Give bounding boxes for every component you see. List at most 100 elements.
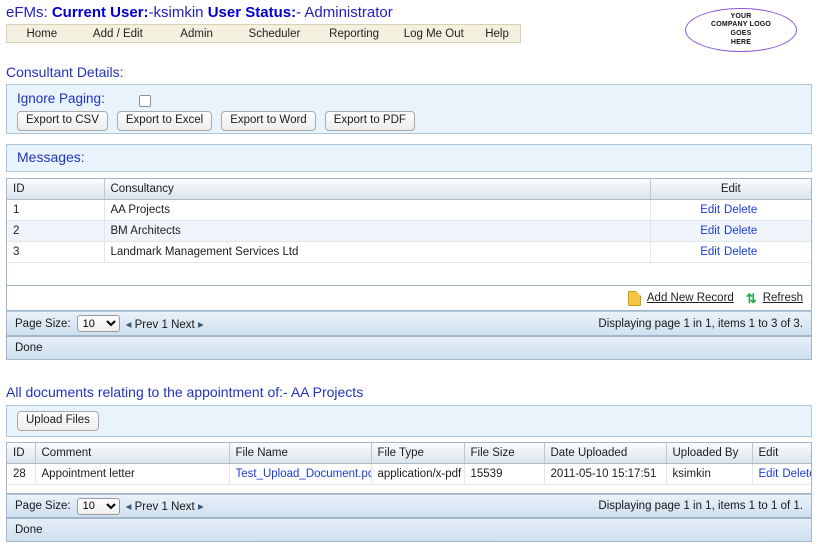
column-header-id[interactable]: ID <box>7 443 36 464</box>
status-text: Done <box>15 342 43 354</box>
cell-edit-actions: Edit Delete <box>650 241 811 263</box>
cell-consultancy: BM Architects <box>104 220 651 242</box>
nav-item-scheduler[interactable]: Scheduler <box>234 28 315 40</box>
cell-edit-actions: Edit Delete <box>650 220 811 242</box>
file-name-link[interactable]: Test_Upload_Document.pdf <box>236 468 371 480</box>
column-header-edit[interactable]: Edit <box>752 443 811 464</box>
nav-item-reporting[interactable]: Reporting <box>315 28 394 40</box>
logo-line-3: GOES <box>730 30 752 37</box>
cell-id: 2 <box>7 220 105 242</box>
page-size-select[interactable]: 102050100 <box>76 497 120 515</box>
edit-link[interactable]: Edit <box>700 246 720 258</box>
user-status-value: - Administrator <box>296 4 393 21</box>
next-page-link[interactable]: Next <box>171 501 195 513</box>
nav-item-add-edit[interactable]: Add / Edit <box>77 28 159 40</box>
logo-line-1: YOUR <box>730 12 752 20</box>
nav-item-log-me-out[interactable]: Log Me Out <box>393 28 474 40</box>
upload-files-button[interactable]: Upload Files <box>17 411 99 431</box>
cell-id: 28 <box>7 463 36 485</box>
consultancy-table: ID Consultancy Edit 1 AA Projects Edit De… <box>7 179 811 263</box>
column-header-edit[interactable]: Edit <box>650 179 811 200</box>
page-icon <box>627 290 641 306</box>
delete-link[interactable]: Delete <box>724 204 757 216</box>
prev-page-link[interactable]: Prev <box>135 501 159 513</box>
cell-consultancy: AA Projects <box>104 199 651 221</box>
next-arrow-icon[interactable]: ▸ <box>198 501 204 513</box>
column-header-file-type[interactable]: File Type <box>371 443 465 464</box>
column-header-file-size[interactable]: File Size <box>464 443 545 464</box>
nav-item-admin[interactable]: Admin <box>159 28 234 40</box>
delete-link[interactable]: Delete <box>724 246 757 258</box>
column-header-consultancy[interactable]: Consultancy <box>104 179 651 200</box>
current-user-label: Current User: <box>51 4 149 21</box>
consultancy-status-bar: Done <box>6 336 812 360</box>
consultancy-grid-actions: Add New Record ⇅ Refresh <box>6 286 812 311</box>
export-to-word-button[interactable]: Export to Word <box>221 111 316 131</box>
delete-link[interactable]: Delete <box>724 225 757 237</box>
edit-link[interactable]: Edit <box>700 225 720 237</box>
cell-comment: Appointment letter <box>35 463 230 485</box>
export-to-excel-button[interactable]: Export to Excel <box>116 111 213 131</box>
nav-item-help[interactable]: Help <box>474 28 520 40</box>
table-row: 3 Landmark Management Services Ltd Edit D… <box>7 241 811 263</box>
documents-status-bar: Done <box>6 518 812 542</box>
page-size-label: Page Size: <box>15 500 71 512</box>
table-row: 1 AA Projects Edit Delete <box>7 199 811 221</box>
documents-section-title: All documents relating to the appointmen… <box>6 384 364 400</box>
nav-item-home[interactable]: Home <box>7 28 77 40</box>
consultancy-pager: Page Size: 102050100 ◂ Prev 1 Next ▸ Dis… <box>6 311 812 336</box>
table-row: 2 BM Architects Edit Delete <box>7 220 811 242</box>
current-user-value: -ksimkin <box>148 4 204 21</box>
cell-file-size: 15539 <box>464 463 545 485</box>
cell-uploaded-by: ksimkin <box>666 463 753 485</box>
edit-link[interactable]: Edit <box>759 468 779 480</box>
cell-file-name: Test_Upload_Document.pdf <box>229 463 372 485</box>
ignore-paging-label: Ignore Paging: <box>17 91 105 106</box>
main-navigation: Home Add / Edit Admin Scheduler Reportin… <box>6 24 521 43</box>
column-header-date-uploaded[interactable]: Date Uploaded <box>544 443 667 464</box>
column-header-uploaded-by[interactable]: Uploaded By <box>666 443 753 464</box>
pager-status-text: Displaying page 1 in 1, items 1 to 1 of … <box>598 500 803 512</box>
cell-date-uploaded: 2011-05-10 15:17:51 <box>544 463 667 485</box>
pager-status-text: Displaying page 1 in 1, items 1 to 3 of … <box>598 317 803 330</box>
page-size-select[interactable]: 102050100 <box>76 315 120 332</box>
pager-links: ◂ Prev 1 Next ▸ <box>126 317 204 331</box>
documents-pager: Page Size: 102050100 ◂ Prev 1 Next ▸ Dis… <box>6 494 812 518</box>
cell-edit-actions: EditDelete <box>752 463 811 485</box>
export-to-pdf-button[interactable]: Export to PDF <box>324 111 415 131</box>
cell-id: 3 <box>7 241 105 263</box>
next-arrow-icon[interactable]: ▸ <box>198 319 204 331</box>
logo-line-2: COMPANY LOGO <box>710 21 772 29</box>
column-header-comment[interactable]: Comment <box>35 443 230 464</box>
refresh-icon: ⇅ <box>745 290 757 306</box>
prev-page-link[interactable]: Prev <box>135 319 159 331</box>
column-header-id[interactable]: ID <box>7 179 105 200</box>
cell-file-type: application/x-pdf <box>371 463 465 485</box>
user-status-label: User Status: <box>207 4 297 21</box>
table-header-row: ID Consultancy Edit <box>7 179 811 200</box>
export-button-row: Export to CSV Export to Excel Export to … <box>17 111 415 131</box>
messages-panel: Messages: <box>6 144 812 172</box>
export-to-csv-button[interactable]: Export to CSV <box>17 111 108 131</box>
column-header-file-name[interactable]: File Name <box>229 443 372 464</box>
company-logo-placeholder: YOUR COMPANY LOGO GOES HERE <box>685 8 797 52</box>
page-root: eFMs: Current User:-ksimkin User Status:… <box>0 0 818 557</box>
consultant-details-panel: Ignore Paging: Export to CSV Export to E… <box>6 84 812 134</box>
prev-arrow-icon[interactable]: ◂ <box>126 319 132 331</box>
delete-link[interactable]: Delete <box>782 468 811 480</box>
edit-link[interactable]: Edit <box>700 204 720 216</box>
logo-line-4: HERE <box>730 38 752 46</box>
cell-edit-actions: Edit Delete <box>650 199 811 221</box>
table-row: 28 Appointment letter Test_Upload_Docume… <box>7 463 811 485</box>
table-header-row: ID Comment File Name File Type File Size… <box>7 443 811 464</box>
prev-arrow-icon[interactable]: ◂ <box>126 501 132 513</box>
cell-id: 1 <box>7 199 105 221</box>
ignore-paging-checkbox[interactable] <box>139 95 151 107</box>
status-text: Done <box>15 524 43 536</box>
refresh-link[interactable]: Refresh <box>763 292 803 304</box>
next-page-link[interactable]: Next <box>171 319 195 331</box>
consultancy-grid: ID Consultancy Edit 1 AA Projects Edit De… <box>6 178 812 286</box>
add-new-record-link[interactable]: Add New Record <box>647 292 734 304</box>
page-size-label: Page Size: <box>15 317 71 330</box>
current-page-number: 1 <box>161 501 168 513</box>
